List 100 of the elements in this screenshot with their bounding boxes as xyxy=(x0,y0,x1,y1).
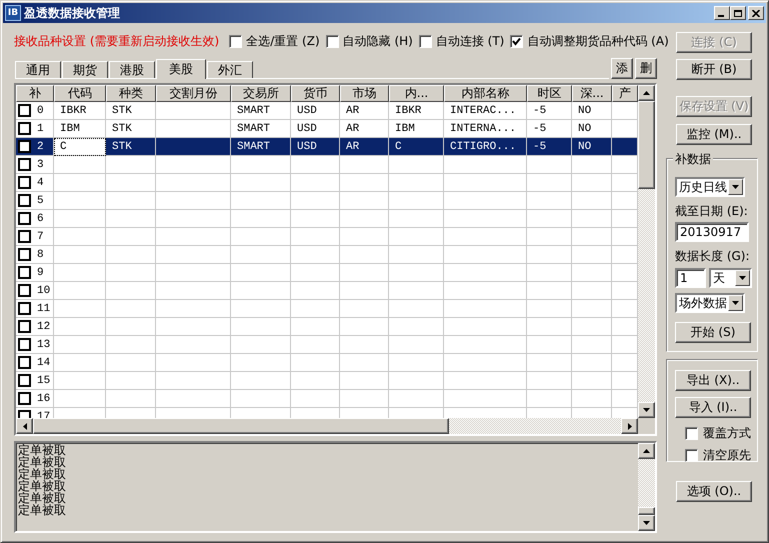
column-header[interactable]: 时区 xyxy=(527,85,572,102)
table-cell[interactable] xyxy=(340,390,389,408)
date-field[interactable]: 20130917 xyxy=(675,222,749,242)
delete-button[interactable]: 删 xyxy=(635,58,657,79)
column-header[interactable]: 种类 xyxy=(106,85,156,102)
table-cell[interactable] xyxy=(527,372,572,390)
table-cell[interactable] xyxy=(291,282,340,300)
table-cell[interactable] xyxy=(389,228,444,246)
options-button[interactable]: 选项 (O).. xyxy=(676,481,752,502)
scroll-right-button[interactable] xyxy=(621,418,638,434)
checkbox[interactable] xyxy=(418,34,432,48)
table-cell[interactable] xyxy=(106,174,156,192)
table-cell[interactable] xyxy=(106,192,156,210)
row-checkbox[interactable] xyxy=(18,320,31,333)
table-cell[interactable]: USD xyxy=(291,102,340,120)
table-cell[interactable] xyxy=(389,174,444,192)
table-cell[interactable] xyxy=(106,264,156,282)
table-cell[interactable] xyxy=(54,246,106,264)
table-cell[interactable]: STK xyxy=(106,102,156,120)
source-dropdown[interactable]: 历史日线 xyxy=(675,177,745,197)
table-cell[interactable] xyxy=(291,192,340,210)
table-cell[interactable]: USD xyxy=(291,138,340,156)
table-cell[interactable] xyxy=(106,390,156,408)
table-cell[interactable] xyxy=(340,228,389,246)
table-cell[interactable] xyxy=(527,174,572,192)
table-cell[interactable] xyxy=(527,390,572,408)
maximize-button[interactable] xyxy=(730,6,746,20)
length-field[interactable]: 1 xyxy=(675,268,706,288)
row-checkbox[interactable] xyxy=(18,338,31,351)
table-cell[interactable] xyxy=(340,156,389,174)
table-cell[interactable] xyxy=(340,282,389,300)
table-cell[interactable] xyxy=(156,390,231,408)
table-cell[interactable] xyxy=(54,390,106,408)
table-cell[interactable] xyxy=(444,192,527,210)
table-cell[interactable] xyxy=(572,336,612,354)
column-header[interactable]: 交易所 xyxy=(231,85,291,102)
row-checkbox[interactable] xyxy=(18,356,31,369)
table-cell[interactable] xyxy=(156,210,231,228)
table-cell[interactable] xyxy=(444,318,527,336)
table-cell[interactable] xyxy=(340,354,389,372)
table-cell[interactable] xyxy=(156,102,231,120)
table-cell[interactable] xyxy=(444,156,527,174)
checkbox[interactable] xyxy=(685,449,698,462)
row-checkbox[interactable] xyxy=(18,122,31,135)
table-cell[interactable] xyxy=(156,138,231,156)
table-cell[interactable] xyxy=(54,336,106,354)
table-cell[interactable] xyxy=(231,228,291,246)
table-cell[interactable] xyxy=(106,246,156,264)
row-checkbox[interactable] xyxy=(18,194,31,207)
table-cell[interactable] xyxy=(572,264,612,282)
table-cell[interactable]: STK xyxy=(106,138,156,156)
table-cell[interactable] xyxy=(572,318,612,336)
table-cell[interactable] xyxy=(527,264,572,282)
table-cell[interactable] xyxy=(444,246,527,264)
table-cell[interactable] xyxy=(54,318,106,336)
table-cell[interactable] xyxy=(106,156,156,174)
table-cell[interactable] xyxy=(231,282,291,300)
row-checkbox[interactable] xyxy=(18,140,31,153)
table-cell[interactable] xyxy=(572,156,612,174)
table-cell[interactable] xyxy=(340,336,389,354)
table-cell[interactable] xyxy=(156,264,231,282)
column-header[interactable]: 代码 xyxy=(54,85,106,102)
table-cell[interactable] xyxy=(54,192,106,210)
minimize-button[interactable] xyxy=(714,6,730,20)
table-cell[interactable] xyxy=(54,282,106,300)
table-cell[interactable] xyxy=(291,228,340,246)
table-cell[interactable] xyxy=(340,318,389,336)
column-header[interactable]: 市场 xyxy=(340,85,389,102)
row-checkbox[interactable] xyxy=(18,392,31,405)
table-cell[interactable] xyxy=(527,336,572,354)
table-cell[interactable]: NO xyxy=(572,102,612,120)
table-cell[interactable] xyxy=(231,264,291,282)
table-cell[interactable] xyxy=(291,336,340,354)
side-button[interactable]: 监控 (M).. xyxy=(676,124,752,145)
row-checkbox[interactable] xyxy=(18,374,31,387)
table-cell[interactable] xyxy=(231,210,291,228)
table-cell[interactable] xyxy=(340,192,389,210)
table-cell[interactable] xyxy=(156,156,231,174)
table-cell[interactable] xyxy=(156,246,231,264)
table-cell[interactable] xyxy=(389,192,444,210)
scroll-up-button[interactable] xyxy=(638,443,655,459)
table-cell[interactable] xyxy=(156,192,231,210)
table-cell[interactable]: IBKR xyxy=(389,102,444,120)
table-cell[interactable]: AR xyxy=(340,102,389,120)
table-cell[interactable]: -5 xyxy=(527,102,572,120)
export-button[interactable]: 导出 (X).. xyxy=(675,370,751,391)
column-header[interactable]: 产 xyxy=(612,85,638,102)
unit-dropdown[interactable]: 天 xyxy=(709,268,752,288)
table-cell[interactable] xyxy=(389,282,444,300)
start-button[interactable]: 开始 (S) xyxy=(675,322,751,343)
table-cell[interactable]: C xyxy=(389,138,444,156)
table-cell[interactable] xyxy=(572,174,612,192)
table-cell[interactable]: C xyxy=(54,138,106,156)
table-cell[interactable] xyxy=(389,300,444,318)
row-checkbox[interactable] xyxy=(18,176,31,189)
table-cell[interactable] xyxy=(444,372,527,390)
table-cell[interactable] xyxy=(527,210,572,228)
table-cell[interactable]: AR xyxy=(340,138,389,156)
table-cell[interactable] xyxy=(106,282,156,300)
row-checkbox[interactable] xyxy=(18,248,31,261)
